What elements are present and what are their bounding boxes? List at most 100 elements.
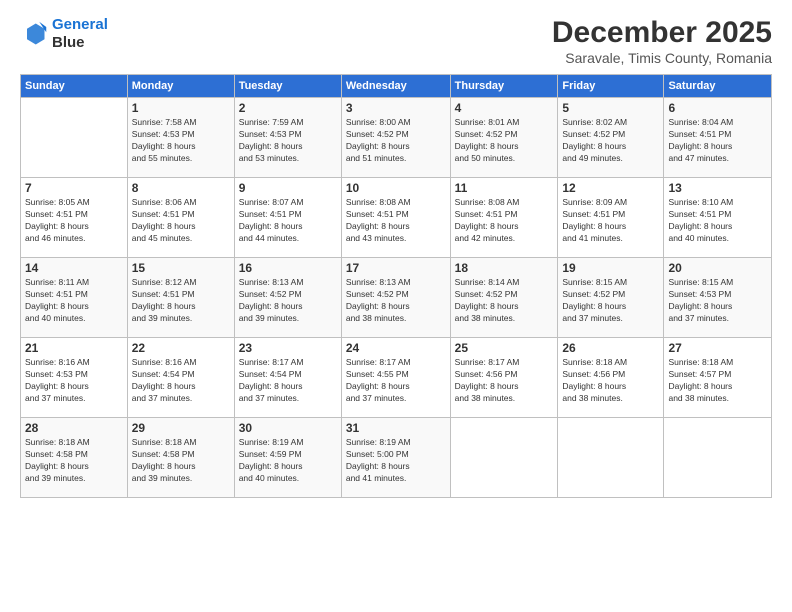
day-number: 9 [239, 181, 337, 195]
calendar-cell: 9Sunrise: 8:07 AMSunset: 4:51 PMDaylight… [234, 178, 341, 258]
day-number: 15 [132, 261, 230, 275]
day-number: 18 [455, 261, 554, 275]
day-number: 8 [132, 181, 230, 195]
month-title: December 2025 [552, 16, 772, 50]
day-number: 24 [346, 341, 446, 355]
day-number: 21 [25, 341, 123, 355]
calendar-cell: 12 Sunrise: 8:09 AMSunset: 4:51 PMDayligh… [558, 178, 664, 258]
day-info: Sunrise: 8:04 AMSunset: 4:51 PMDaylight:… [668, 117, 767, 165]
calendar-cell: 19Sunrise: 8:15 AMSunset: 4:52 PMDayligh… [558, 258, 664, 338]
calendar-cell: 6Sunrise: 8:04 AMSunset: 4:51 PMDaylight… [664, 98, 772, 178]
day-info: Sunrise: 8:12 AMSunset: 4:51 PMDaylight:… [132, 277, 230, 325]
calendar-cell: 18Sunrise: 8:14 AMSunset: 4:52 PMDayligh… [450, 258, 558, 338]
day-info: Sunrise: 8:17 AMSunset: 4:56 PMDaylight:… [455, 357, 554, 405]
calendar-cell: 22Sunrise: 8:16 AMSunset: 4:54 PMDayligh… [127, 338, 234, 418]
day-info: Sunrise: 8:17 AMSunset: 4:54 PMDaylight:… [239, 357, 337, 405]
calendar-cell: 2 Sunrise: 7:59 AMSunset: 4:53 PMDaylight… [234, 98, 341, 178]
calendar-cell: 5 Sunrise: 8:02 AMSunset: 4:52 PMDaylight… [558, 98, 664, 178]
col-wednesday: Wednesday [341, 75, 450, 98]
col-sunday: Sunday [21, 75, 128, 98]
day-info: Sunrise: 8:08 AMSunset: 4:51 PMDaylight:… [346, 197, 446, 245]
calendar-cell [558, 418, 664, 498]
calendar-cell: 24 Sunrise: 8:17 AMSunset: 4:55 PMDayligh… [341, 338, 450, 418]
day-info: Sunrise: 8:13 AMSunset: 4:52 PMDaylight:… [346, 277, 446, 325]
day-info: Sunrise: 8:10 AMSunset: 4:51 PMDaylight:… [668, 197, 767, 245]
day-info: Sunrise: 7:58 AMSunset: 4:53 PMDaylight:… [132, 117, 230, 165]
day-info: Sunrise: 8:05 AMSunset: 4:51 PMDaylight:… [25, 197, 123, 245]
calendar-cell: 4Sunrise: 8:01 AMSunset: 4:52 PMDaylight… [450, 98, 558, 178]
day-info: Sunrise: 8:19 AMSunset: 4:59 PMDaylight:… [239, 437, 337, 485]
day-info: Sunrise: 8:18 AMSunset: 4:58 PMDaylight:… [25, 437, 123, 485]
calendar-cell: 30Sunrise: 8:19 AMSunset: 4:59 PMDayligh… [234, 418, 341, 498]
calendar-cell: 21 Sunrise: 8:16 AMSunset: 4:53 PMDayligh… [21, 338, 128, 418]
day-number: 7 [25, 181, 123, 195]
calendar-cell: 13 Sunrise: 8:10 AMSunset: 4:51 PMDayligh… [664, 178, 772, 258]
day-number: 11 [455, 181, 554, 195]
calendar-cell [450, 418, 558, 498]
day-info: Sunrise: 8:19 AMSunset: 5:00 PMDaylight:… [346, 437, 446, 485]
calendar-cell: 10 Sunrise: 8:08 AMSunset: 4:51 PMDayligh… [341, 178, 450, 258]
day-info: Sunrise: 8:18 AMSunset: 4:56 PMDaylight:… [562, 357, 659, 405]
calendar-cell: 31 Sunrise: 8:19 AMSunset: 5:00 PMDayligh… [341, 418, 450, 498]
day-number: 13 [668, 181, 767, 195]
day-info: Sunrise: 8:15 AMSunset: 4:52 PMDaylight:… [562, 277, 659, 325]
day-info: Sunrise: 8:13 AMSunset: 4:52 PMDaylight:… [239, 277, 337, 325]
day-number: 1 [132, 101, 230, 115]
calendar-cell: 16 Sunrise: 8:13 AMSunset: 4:52 PMDayligh… [234, 258, 341, 338]
day-info: Sunrise: 8:16 AMSunset: 4:53 PMDaylight:… [25, 357, 123, 405]
calendar-cell: 1 Sunrise: 7:58 AMSunset: 4:53 PMDaylight… [127, 98, 234, 178]
day-info: Sunrise: 8:17 AMSunset: 4:55 PMDaylight:… [346, 357, 446, 405]
day-number: 14 [25, 261, 123, 275]
day-number: 10 [346, 181, 446, 195]
calendar-cell: 28Sunrise: 8:18 AMSunset: 4:58 PMDayligh… [21, 418, 128, 498]
day-info: Sunrise: 8:18 AMSunset: 4:58 PMDaylight:… [132, 437, 230, 485]
day-info: Sunrise: 7:59 AMSunset: 4:53 PMDaylight:… [239, 117, 337, 165]
logo: General Blue [20, 16, 108, 52]
calendar-week-4: 21 Sunrise: 8:16 AMSunset: 4:53 PMDayligh… [21, 338, 772, 418]
day-number: 3 [346, 101, 446, 115]
col-thursday: Thursday [450, 75, 558, 98]
calendar-cell: 29 Sunrise: 8:18 AMSunset: 4:58 PMDayligh… [127, 418, 234, 498]
day-info: Sunrise: 8:16 AMSunset: 4:54 PMDaylight:… [132, 357, 230, 405]
logo-line2: Blue [52, 34, 108, 52]
page: General Blue December 2025 Saravale, Tim… [0, 0, 792, 612]
calendar-cell: 15 Sunrise: 8:12 AMSunset: 4:51 PMDayligh… [127, 258, 234, 338]
day-number: 2 [239, 101, 337, 115]
day-info: Sunrise: 8:11 AMSunset: 4:51 PMDaylight:… [25, 277, 123, 325]
title-block: December 2025 Saravale, Timis County, Ro… [552, 16, 772, 66]
calendar-cell: 26 Sunrise: 8:18 AMSunset: 4:56 PMDayligh… [558, 338, 664, 418]
day-number: 27 [668, 341, 767, 355]
calendar-cell: 14 Sunrise: 8:11 AMSunset: 4:51 PMDayligh… [21, 258, 128, 338]
calendar-cell: 7 Sunrise: 8:05 AMSunset: 4:51 PMDaylight… [21, 178, 128, 258]
calendar-cell: 8Sunrise: 8:06 AMSunset: 4:51 PMDaylight… [127, 178, 234, 258]
day-info: Sunrise: 8:09 AMSunset: 4:51 PMDaylight:… [562, 197, 659, 245]
day-info: Sunrise: 8:01 AMSunset: 4:52 PMDaylight:… [455, 117, 554, 165]
calendar-cell: 11Sunrise: 8:08 AMSunset: 4:51 PMDayligh… [450, 178, 558, 258]
day-number: 16 [239, 261, 337, 275]
calendar-cell: 25Sunrise: 8:17 AMSunset: 4:56 PMDayligh… [450, 338, 558, 418]
calendar-cell [21, 98, 128, 178]
calendar-week-2: 7 Sunrise: 8:05 AMSunset: 4:51 PMDaylight… [21, 178, 772, 258]
calendar-cell: 3Sunrise: 8:00 AMSunset: 4:52 PMDaylight… [341, 98, 450, 178]
day-number: 20 [668, 261, 767, 275]
day-number: 29 [132, 421, 230, 435]
header-row: Sunday Monday Tuesday Wednesday Thursday… [21, 75, 772, 98]
calendar-week-5: 28Sunrise: 8:18 AMSunset: 4:58 PMDayligh… [21, 418, 772, 498]
subtitle: Saravale, Timis County, Romania [552, 50, 772, 66]
day-number: 31 [346, 421, 446, 435]
col-saturday: Saturday [664, 75, 772, 98]
col-friday: Friday [558, 75, 664, 98]
logo-icon [20, 20, 48, 48]
col-monday: Monday [127, 75, 234, 98]
calendar-cell: 17Sunrise: 8:13 AMSunset: 4:52 PMDayligh… [341, 258, 450, 338]
calendar-table: Sunday Monday Tuesday Wednesday Thursday… [20, 74, 772, 498]
calendar-cell: 20Sunrise: 8:15 AMSunset: 4:53 PMDayligh… [664, 258, 772, 338]
calendar-body: 1 Sunrise: 7:58 AMSunset: 4:53 PMDaylight… [21, 98, 772, 498]
day-info: Sunrise: 8:18 AMSunset: 4:57 PMDaylight:… [668, 357, 767, 405]
day-number: 26 [562, 341, 659, 355]
calendar-cell: 27 Sunrise: 8:18 AMSunset: 4:57 PMDayligh… [664, 338, 772, 418]
day-number: 12 [562, 181, 659, 195]
day-info: Sunrise: 8:02 AMSunset: 4:52 PMDaylight:… [562, 117, 659, 165]
day-number: 5 [562, 101, 659, 115]
calendar-cell: 23Sunrise: 8:17 AMSunset: 4:54 PMDayligh… [234, 338, 341, 418]
